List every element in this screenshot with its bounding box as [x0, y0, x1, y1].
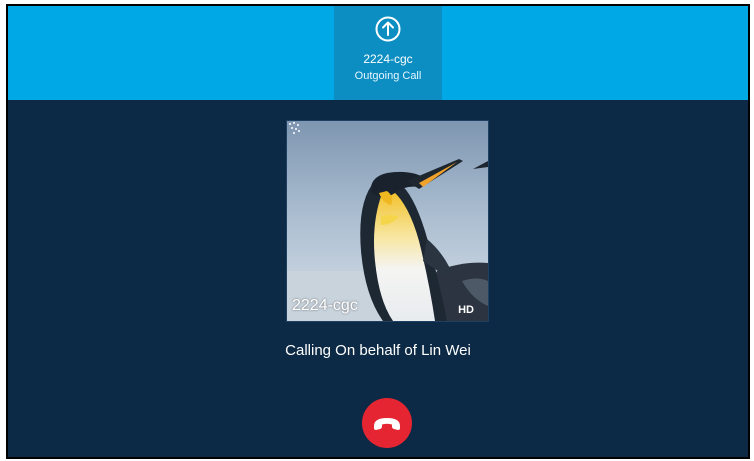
call-header-bar: 2224-cgc Outgoing Call	[8, 6, 748, 100]
contact-photo: 2224-cgc HD	[286, 120, 489, 322]
phone-screen: 2224-cgc Outgoing Call 2224-cgc HD Calli…	[6, 4, 750, 459]
end-call-button[interactable]	[362, 398, 412, 448]
contact-name-label: 2224-cgc	[292, 297, 358, 314]
call-status-text: Calling On behalf of Lin Wei	[285, 342, 471, 359]
outgoing-call-arrow-icon	[375, 16, 401, 42]
hd-badge: HD	[458, 304, 474, 316]
penguin-photo	[287, 121, 488, 321]
hd-sparkle-icon	[289, 122, 300, 134]
call-tab-contact: 2224-cgc	[363, 52, 413, 66]
call-tab-type: Outgoing Call	[354, 70, 422, 82]
hang-up-icon	[374, 418, 400, 430]
active-call-tab[interactable]: 2224-cgc Outgoing Call	[334, 6, 442, 100]
